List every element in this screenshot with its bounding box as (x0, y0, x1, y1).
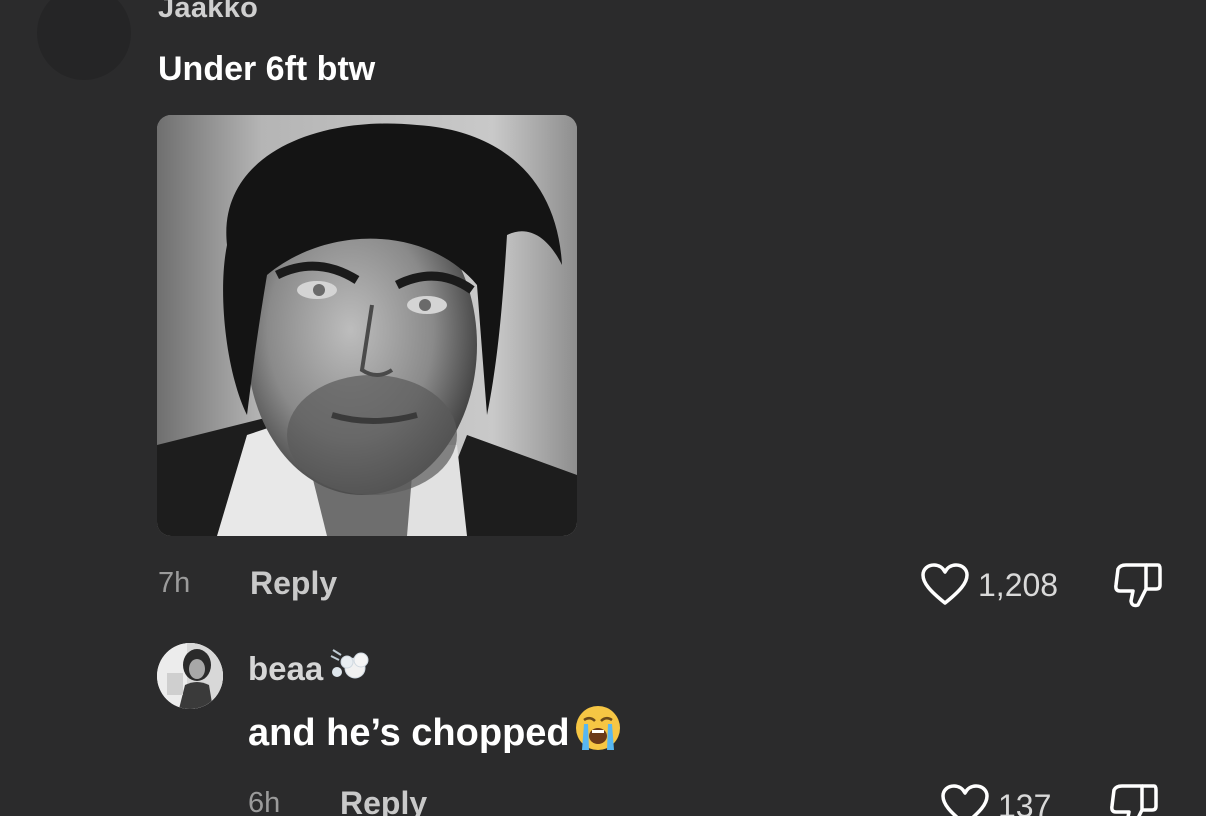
reply-dislike-button[interactable] (1108, 782, 1160, 816)
reply-comment-text: and he’s chopped (248, 711, 570, 754)
reply-comment: and he’s chopped (248, 704, 622, 762)
avatar-image (157, 643, 223, 709)
reply-username-text: beaa (248, 650, 324, 687)
reply-avatar[interactable] (157, 643, 223, 709)
comment-time: 7h (158, 567, 191, 599)
dislike-button[interactable] (1112, 561, 1164, 614)
comment-username[interactable]: Jaakko (158, 0, 258, 25)
reply-like-button[interactable]: 137 (940, 784, 1051, 816)
comments-screen: Jaakko Under 6ft btw 7h Reply 1,208 beaa… (0, 0, 1206, 816)
dashing-away-emoji-icon (327, 646, 369, 692)
reply-username[interactable]: beaa (248, 646, 369, 692)
comment-text: Under 6ft btw (158, 50, 376, 88)
like-count: 1,208 (978, 566, 1059, 603)
reply-time: 6h (248, 787, 281, 816)
comment-photo[interactable] (157, 115, 577, 536)
loudly-crying-face-emoji-icon (574, 704, 622, 762)
like-button[interactable]: 1,208 (920, 563, 1058, 607)
reply-like-count: 137 (998, 787, 1052, 816)
reply-button[interactable]: Reply (250, 565, 337, 602)
thumbs-down-icon (1110, 784, 1158, 816)
thumbs-down-icon (1114, 563, 1162, 608)
portrait-image (157, 115, 577, 536)
heart-icon (921, 563, 969, 605)
heart-icon (941, 784, 989, 816)
avatar[interactable] (37, 0, 131, 80)
reply-reply-button[interactable]: Reply (340, 785, 427, 816)
